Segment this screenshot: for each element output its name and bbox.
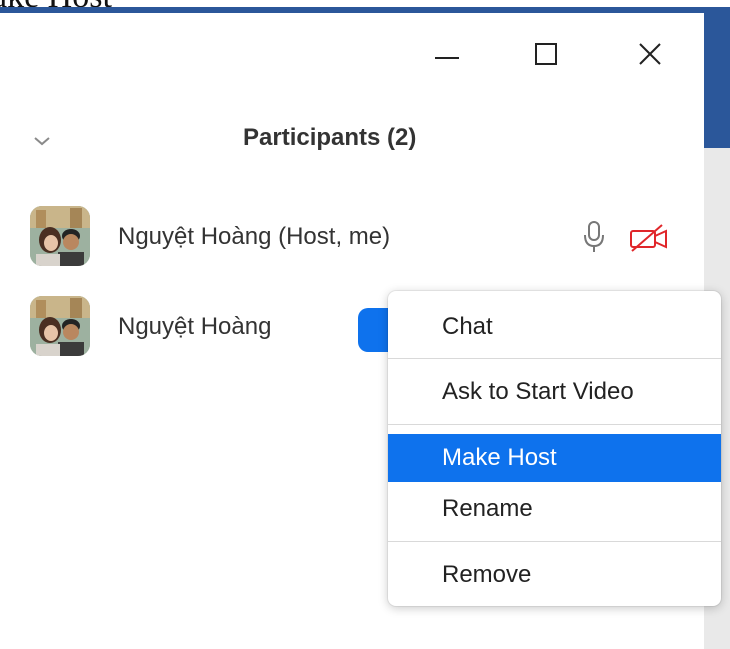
participant-name: Nguyệt Hoàng [118, 313, 272, 340]
minimize-button[interactable] [427, 37, 467, 77]
menu-item-chat[interactable]: Chat [388, 303, 721, 351]
participant-name: Nguyệt Hoàng (Host, me) [118, 223, 391, 250]
avatar [30, 296, 90, 356]
panel-title: Participants (2) [243, 124, 417, 151]
menu-item-rename[interactable]: Rename [388, 485, 721, 533]
video-off-icon[interactable] [628, 223, 670, 253]
avatar [30, 206, 90, 266]
menu-divider [388, 358, 721, 359]
participant-context-menu: Chat Ask to Start Video Make Host Rename… [388, 291, 721, 606]
menu-divider [388, 541, 721, 542]
maximize-button[interactable] [526, 37, 566, 77]
participant-row[interactable]: Nguyệt Hoàng (Host, me) [0, 196, 704, 276]
collapse-panel-button[interactable] [31, 133, 53, 149]
minimize-icon [435, 57, 459, 59]
close-icon [639, 43, 661, 65]
maximize-icon [535, 43, 557, 65]
menu-item-remove[interactable]: Remove [388, 551, 721, 599]
menu-item-ask-to-start-video[interactable]: Ask to Start Video [388, 368, 721, 416]
chevron-down-icon [34, 137, 50, 146]
close-button[interactable] [630, 37, 670, 77]
mic-icon[interactable] [582, 220, 606, 254]
menu-item-make-host[interactable]: Make Host [388, 434, 721, 482]
menu-divider [388, 424, 721, 425]
